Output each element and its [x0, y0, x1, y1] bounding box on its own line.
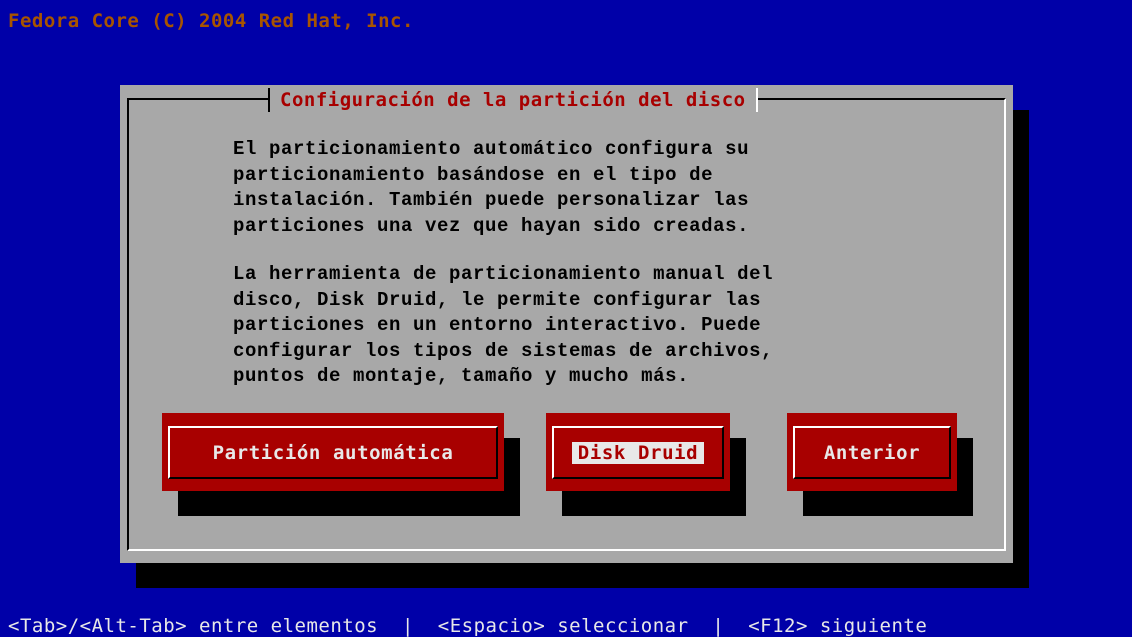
auto-partition-description: El particionamiento automático configura… — [233, 138, 750, 237]
installer-title: Fedora Core (C) 2004 Red Hat, Inc. — [8, 10, 414, 32]
back-button-frame: Anterior — [793, 426, 951, 479]
back-button[interactable]: Anterior — [787, 413, 957, 491]
disk-druid-button-label: Disk Druid — [571, 441, 705, 464]
auto-partition-button[interactable]: Partición automática — [162, 413, 504, 491]
keyboard-hint-bar: <Tab>/<Alt-Tab> entre elementos | <Espac… — [8, 615, 928, 637]
dialog-title: Configuración de la partición del disco — [280, 89, 746, 111]
title-right-tick — [755, 88, 758, 112]
dialog-title-bar: Configuración de la partición del disco — [268, 85, 758, 115]
partition-dialog: Configuración de la partición del disco … — [120, 85, 1013, 563]
disk-druid-button-frame: Disk Druid — [552, 426, 724, 479]
disk-druid-description: La herramienta de particionamiento manua… — [233, 263, 774, 387]
auto-partition-button-frame: Partición automática — [168, 426, 498, 479]
disk-druid-button[interactable]: Disk Druid — [546, 413, 730, 491]
auto-partition-button-label: Partición automática — [212, 441, 454, 464]
back-button-label: Anterior — [823, 441, 921, 464]
